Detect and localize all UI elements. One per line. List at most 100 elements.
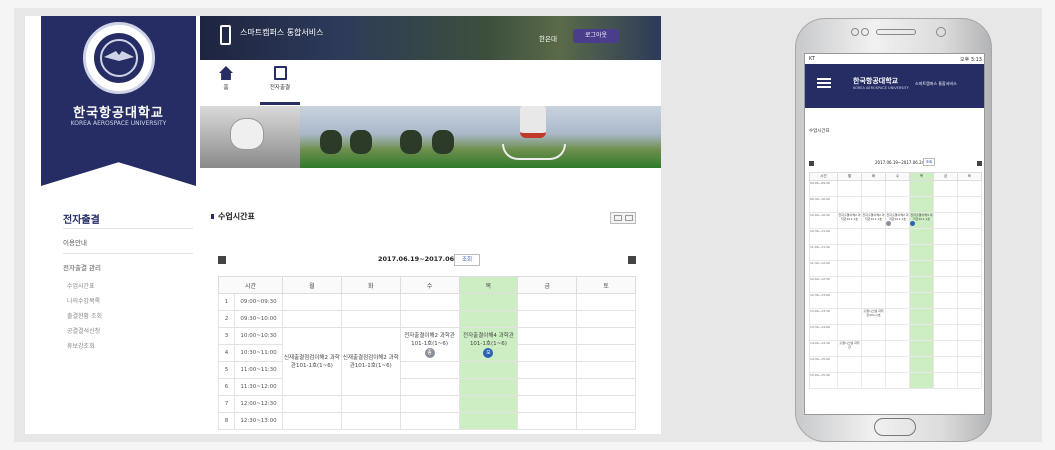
clock-label: 오후 3:13 — [959, 57, 982, 63]
section-marker — [211, 214, 214, 219]
timetable: 시간 월 화 수 목 금 토 1 09:00~09:30 2 09:30~10:… — [217, 276, 636, 430]
row-number: 8 — [218, 412, 235, 430]
table-row: 1 09:00~09:30 — [218, 293, 636, 311]
sidebar-item-attendance-manage[interactable]: 전자출결 관리 — [63, 253, 193, 278]
class-cell-tue[interactable]: 신재출결점검이해2 과학관101-1호(1~6) — [340, 327, 401, 396]
phone-class-tue-pm[interactable]: 출결시스템 과학관101-1호 — [861, 308, 886, 325]
class-cell-thu[interactable]: 전자출결이해4 과학관101-1호(1~6) 보 — [458, 327, 519, 362]
phone-header-thu: 목 — [909, 172, 934, 181]
phone-home-button[interactable] — [874, 418, 916, 436]
university-name-en: KOREA AEROSPACE UNIVERSITY — [70, 120, 167, 127]
table-row: 11:00~11:30 — [809, 244, 982, 261]
class-label-wed: 전자출결이해2 과학관101-1호(1~6) — [404, 332, 455, 347]
row-number: 2 — [218, 310, 235, 328]
row-number: 7 — [218, 395, 235, 413]
table-row: 2 09:30~10:00 — [218, 310, 636, 328]
status-badge-thu: 보 — [483, 347, 494, 358]
row-time: 12:00~12:30 — [233, 395, 284, 413]
sidebar-item-absence-request[interactable]: 공결결석신청 — [63, 323, 193, 338]
phone-week-search-button[interactable]: 조회 — [923, 158, 935, 166]
section-title: 수업시간표 — [218, 212, 255, 221]
hamburger-menu-icon[interactable] — [817, 78, 831, 88]
week-search-button[interactable]: 조회 — [454, 254, 480, 266]
phone-class-tue[interactable]: 전자출결이해2 과학관101-1호 — [861, 212, 886, 229]
table-row: 11:30~12:00 — [809, 260, 982, 277]
university-name: 한국항공대학교 — [73, 106, 164, 121]
week-navigator: 2017.06.19~2017.06.24 조회 — [218, 254, 636, 268]
phone-class-mon-pm[interactable]: 출결시스템 과학관 — [837, 340, 862, 357]
prev-week-icon[interactable] — [218, 256, 226, 264]
header-fri: 금 — [517, 276, 578, 294]
top-bar: 스마트캠퍼스 통합서비스 한은대 로그아웃 — [200, 16, 661, 60]
row-number: 4 — [218, 344, 235, 362]
table-row: 7 12:00~12:30 — [218, 395, 636, 413]
row-number: 3 — [218, 327, 235, 345]
list-view-icon[interactable] — [625, 215, 633, 221]
row-time: 11:00~11:30 — [233, 361, 284, 379]
row-time: 10:00~10:30 — [233, 327, 284, 345]
phone-section-title: 수업시간표 — [809, 129, 830, 134]
row-time: 09:30~10:00 — [233, 310, 284, 328]
logout-button[interactable]: 로그아웃 — [573, 29, 619, 43]
phone-service-title: 스마트캠퍼스 통합서비스 — [915, 81, 957, 86]
phone-next-week-icon[interactable] — [977, 161, 982, 166]
table-row: 10:30~11:00 — [809, 228, 982, 245]
table-row: 12:30~13:00 — [809, 292, 982, 309]
table-row: 12:00~12:30 — [809, 276, 982, 293]
user-name: 한은대 — [539, 35, 557, 43]
service-title: 스마트캠퍼스 통합서비스 — [240, 28, 324, 37]
phone-timetable: 시간 월 화 수 목 금 토 09:00~09:30 09:30~10:00 1… — [809, 172, 982, 389]
camera-icon — [851, 28, 859, 36]
phone-header-time: 시간 — [809, 172, 838, 181]
phone-header-wed: 수 — [885, 172, 910, 181]
grid-view-icon[interactable] — [614, 215, 622, 221]
phone-class-wed[interactable]: 전자출결이해2 과학관101-1호 — [885, 212, 910, 229]
table-row: 15:00~15:30 — [809, 372, 982, 389]
nav-home[interactable]: 홈 — [206, 66, 246, 91]
row-time: 10:30~11:00 — [233, 344, 284, 362]
nav-attendance[interactable]: 전자출결 — [260, 66, 300, 91]
screenshot-background: 한국항공대학교 KOREA AEROSPACE UNIVERSITY 전자출결 … — [14, 8, 1042, 442]
table-row: 8 12:30~13:00 — [218, 412, 636, 430]
row-time: 11:30~12:00 — [233, 378, 284, 396]
status-badge-wed: 종 — [424, 347, 435, 358]
table-row: 13:00~13:30 출결시스템 과학관101-1호 — [809, 308, 982, 325]
phone-class-thu[interactable]: 전자출결이해4 과학관101-1호 — [909, 212, 934, 229]
book-icon — [273, 66, 287, 80]
row-number: 1 — [218, 293, 235, 311]
sidebar-item-my-courses[interactable]: 나의수강목록 — [63, 293, 193, 308]
table-row: 13:30~14:00 — [809, 324, 982, 341]
class-label-thu: 전자출결이해4 과학관101-1호(1~6) — [463, 332, 514, 347]
phone-screen: KT 오후 3:13 한국항공대학교 KOREA AEROSPACE UNIVE… — [804, 53, 985, 415]
phone-header: 한국항공대학교 KOREA AEROSPACE UNIVERSITY 스마트캠퍼… — [805, 64, 984, 108]
class-label-mon: 신재출결점검이해2 과학관101-1호(1~6) — [284, 354, 340, 369]
header-wed: 수 — [399, 276, 460, 294]
row-number: 6 — [218, 378, 235, 396]
view-toggle[interactable] — [610, 212, 636, 224]
next-week-icon[interactable] — [628, 256, 636, 264]
sidebar-title: 전자출결 — [63, 215, 100, 226]
header-mon: 월 — [282, 276, 342, 294]
phone-header-fri: 금 — [933, 172, 958, 181]
drone-image — [520, 106, 546, 138]
sidebar-item-guide[interactable]: 이용안내 — [63, 228, 193, 253]
sidebar-menu: 이용안내 전자출결 관리 수업시간표 나의수강목록 출결현황 조회 공결결석신청… — [63, 228, 193, 353]
phone-prev-week-icon[interactable] — [809, 161, 814, 166]
sidebar-item-timetable[interactable]: 수업시간표 — [63, 278, 193, 293]
table-row: 5 11:00~11:30 — [218, 361, 636, 379]
sidebar-item-attendance-status[interactable]: 출결현황 조회 — [63, 308, 193, 323]
sidebar-item-makeup-class[interactable]: 휴보강조회 — [63, 338, 193, 353]
table-row: 14:30~15:00 — [809, 356, 982, 373]
smartphone-icon — [220, 25, 231, 45]
phone-logo-en: KOREA AEROSPACE UNIVERSITY — [853, 86, 909, 90]
phone-header-mon: 월 — [837, 172, 862, 181]
nav-bar: 홈 전자출결 — [200, 60, 661, 106]
header-thu: 목 — [458, 276, 519, 294]
status-bar: KT 오후 3:13 — [805, 54, 984, 64]
class-cell-mon[interactable]: 신재출결점검이해2 과학관101-1호(1~6) — [282, 327, 342, 396]
class-cell-wed[interactable]: 전자출결이해2 과학관101-1호(1~6) 종 — [399, 327, 460, 362]
phone-class-mon[interactable]: 전자출결이해2 과학관101-1호 — [837, 212, 862, 229]
table-row: 09:00~09:30 — [809, 180, 982, 197]
table-row: 14:00~14:30 출결시스템 과학관 — [809, 340, 982, 357]
front-camera-icon — [936, 27, 946, 37]
